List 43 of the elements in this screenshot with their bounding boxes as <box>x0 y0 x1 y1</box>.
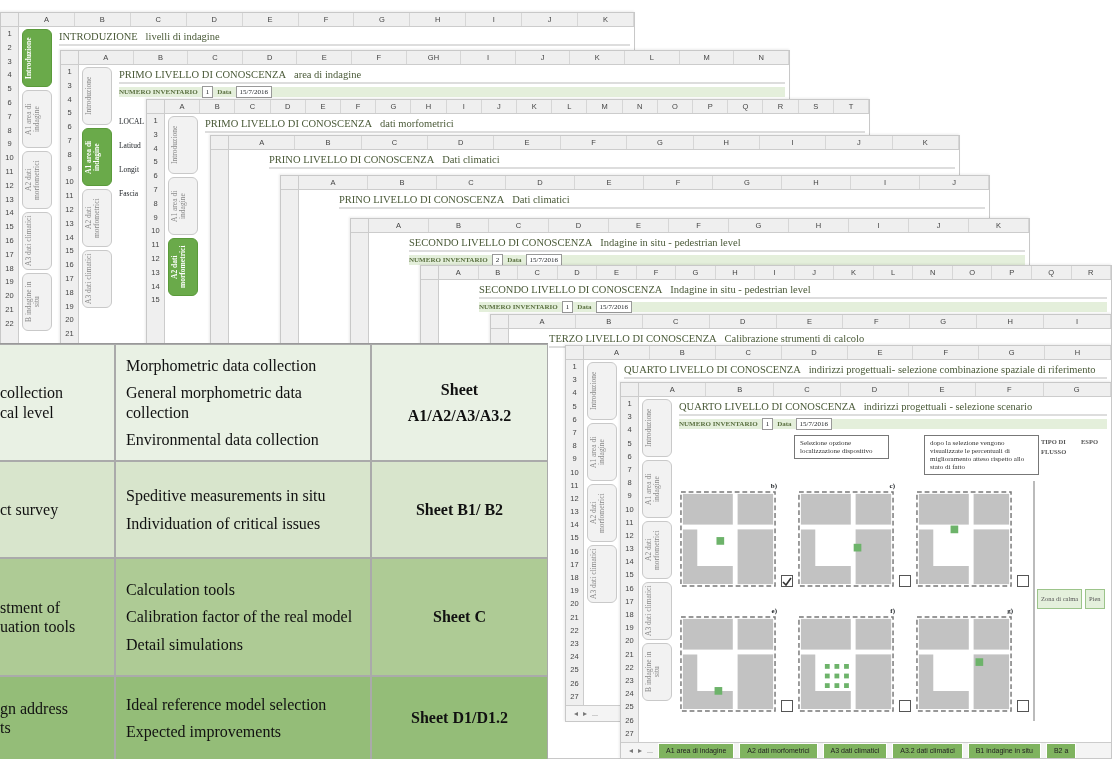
checkbox[interactable] <box>781 700 793 712</box>
table-cell-text: Sheet B1/ B2 <box>415 499 504 520</box>
table-cell-text: A1/A2/A3/A3.2 <box>407 405 512 425</box>
nav-arrow[interactable]: ◂ <box>629 744 633 757</box>
nav-arrow[interactable]: ▸ <box>638 744 642 757</box>
nav-arrow[interactable]: ▸ <box>583 707 587 720</box>
table-cell-text: Speditive measurements in situ <box>126 486 327 506</box>
table-cell-text: collection <box>0 383 65 403</box>
table-cell-text: Calculation tools <box>126 580 236 600</box>
table-cell-text: Expected improvements <box>126 722 283 742</box>
sheet-title: PRIMO LIVELLO DI CONOSCENZA dati morfometrici <box>205 118 865 133</box>
table-cell-text: Calibration factor of the real model <box>126 607 354 627</box>
table-cell-text: Detail simulations <box>126 634 244 654</box>
table-cell-text: Morphometric data collection <box>126 356 318 376</box>
sheet-title: PRIMO LIVELLO DI CONOSCENZA area di indagine <box>119 69 785 84</box>
nav-arrow[interactable]: ◂ <box>574 707 578 720</box>
checkbox[interactable] <box>781 575 793 587</box>
table-cell-text: stment of <box>0 597 61 617</box>
checkbox[interactable] <box>1017 575 1029 587</box>
table-cell-text: Sheet D1/D1.2 <box>411 708 508 728</box>
table-cell-text: Sheet C <box>433 607 486 627</box>
nav-arrow[interactable]: ... <box>647 744 653 757</box>
table-cell-text: ts <box>0 718 12 738</box>
sheet-title: PRINO LIVELLO DI CONOSCENZA Dati climatici <box>339 194 985 209</box>
table-cell-text: Environmental data collection <box>126 429 320 449</box>
sheet-title: QUARTO LIVELLO DI CONOSCENZA indirizzi progettuali- selezione combinazione spaziale di riferimento <box>624 364 1107 379</box>
nav-arrow[interactable]: ... <box>592 707 598 720</box>
table-cell-text: Individuation of critical issues <box>126 513 322 533</box>
table-cell-text: uation tools <box>0 617 77 637</box>
sheet-title: SECONDO LIVELLO DI CONOSCENZA Indagine in situ - pedestrian level <box>409 237 1025 252</box>
table-cell-text: gn address <box>0 698 69 718</box>
table-cell-text: cal level <box>0 402 55 422</box>
table-cell-text: Sheet <box>440 380 479 400</box>
sheet-title: QUARTO LIVELLO DI CONOSCENZA indirizzi progettuali - selezione scenario <box>679 401 1107 416</box>
sheet-title: SECONDO LIVELLO DI CONOSCENZA Indagine in situ - pedestrian level <box>479 284 1107 299</box>
sheet-title: PRINO LIVELLO DI CONOSCENZA Dati climatici <box>269 154 955 169</box>
checkbox[interactable] <box>899 575 911 587</box>
table-cell-text: General morphometric data collection <box>126 383 303 422</box>
checkbox[interactable] <box>899 700 911 712</box>
table-cell-text: ct survey <box>0 499 60 520</box>
table-cell-text: Ideal reference model selection <box>126 694 328 714</box>
checkbox[interactable] <box>1017 700 1029 712</box>
sheet-title: INTRODUZIONE livelli di indagine <box>59 31 630 46</box>
